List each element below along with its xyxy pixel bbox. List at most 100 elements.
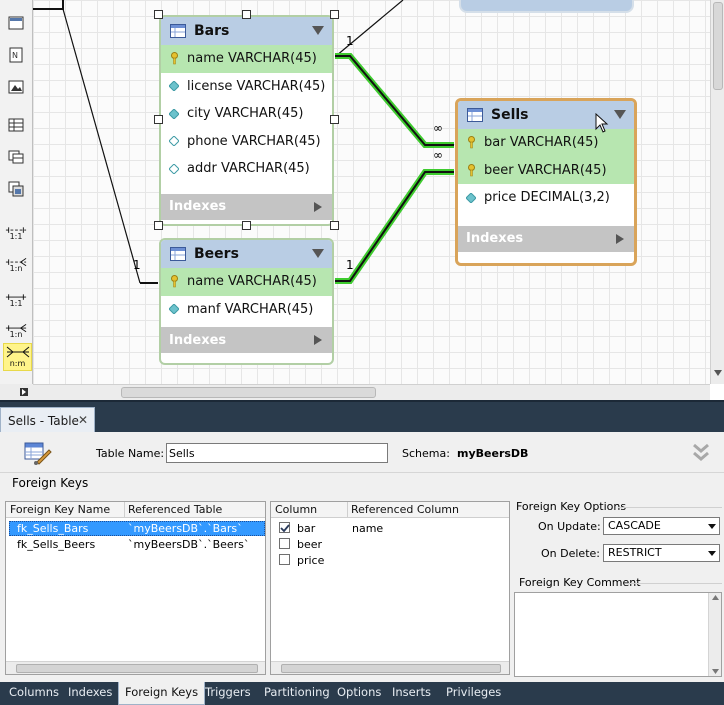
column-checkbox[interactable] (279, 522, 290, 533)
entity-bars-indexes[interactable]: Indexes (161, 193, 332, 220)
fk-row-table[interactable]: `myBeersDB`.`Bars` (128, 522, 243, 535)
resize-handle[interactable] (330, 115, 339, 124)
on-delete-select[interactable]: RESTRICT (603, 544, 720, 562)
dropdown-arrow-icon[interactable] (705, 518, 719, 534)
column-row[interactable]: manf VARCHAR(45) (161, 296, 332, 324)
tab-sells-table[interactable]: Sells - Table ✕ (0, 407, 95, 434)
card-bars-1: 1 (346, 34, 354, 48)
column-header[interactable]: Column (271, 502, 347, 518)
column-row[interactable]: phone VARCHAR(45) (161, 128, 332, 156)
fk-row-name[interactable]: fk_Sells_Beers (17, 538, 95, 551)
close-icon[interactable]: ✕ (78, 413, 88, 427)
tool-rel-n-m-icon[interactable]: n:m (3, 343, 32, 371)
entity-sells[interactable]: Sells bar VARCHAR(45) beer VARCHAR(45) p… (455, 98, 637, 266)
offscreen-entity[interactable] (459, 0, 634, 13)
column-name[interactable]: price (297, 554, 324, 567)
collapse-chevron-icon[interactable] (692, 442, 710, 462)
collapse-arrow-icon[interactable] (614, 110, 626, 119)
column-row[interactable]: bar VARCHAR(45) (458, 129, 634, 157)
tab-columns[interactable]: Columns (3, 682, 65, 705)
column-row[interactable]: beer VARCHAR(45) (458, 156, 634, 184)
table-icon (170, 247, 186, 261)
entity-sells-indexes[interactable]: Indexes (458, 225, 634, 252)
column-filled-diamond-icon (464, 191, 478, 205)
diagram-canvas[interactable]: 1 1 1 ∞ ∞ Bars name VARCHAR(45) license … (33, 0, 710, 384)
tool-view-icon[interactable] (5, 146, 27, 168)
column-label: price DECIMAL(3,2) (484, 190, 610, 206)
tool-layer-icon[interactable] (5, 12, 27, 34)
resize-handle[interactable] (330, 221, 339, 230)
entity-beers-header[interactable]: Beers (161, 240, 332, 268)
scrollbar-thumb[interactable] (121, 387, 376, 398)
on-update-select[interactable]: CASCADE (603, 517, 720, 535)
tab-privileges[interactable]: Privileges (440, 682, 507, 705)
resize-handle[interactable] (330, 10, 339, 19)
tool-rel-1-1-ident-icon[interactable]: 1:1 (5, 287, 27, 309)
canvas-vertical-scrollbar[interactable] (710, 0, 724, 384)
horizontal-scrollbar[interactable] (271, 661, 509, 674)
tab-triggers[interactable]: Triggers (199, 682, 257, 705)
column-name[interactable]: beer (297, 538, 322, 551)
fk-comment-textarea[interactable] (514, 592, 722, 677)
column-row[interactable]: name VARCHAR(45) (161, 268, 332, 296)
column-row[interactable]: addr VARCHAR(45) (161, 155, 332, 183)
column-checkbox[interactable] (279, 554, 290, 565)
referenced-column-header[interactable]: Referenced Column (347, 502, 507, 518)
scrollbar-thumb[interactable] (281, 664, 501, 673)
tab-options[interactable]: Options (331, 682, 387, 705)
column-name[interactable]: bar (297, 522, 315, 535)
resize-handle[interactable] (154, 10, 163, 19)
table-name-input[interactable] (166, 443, 388, 463)
mouse-cursor-icon (595, 113, 609, 133)
column-row[interactable]: name VARCHAR(45) (161, 45, 332, 73)
scrollbar-thumb[interactable] (16, 664, 258, 673)
indexes-label: Indexes (466, 231, 524, 246)
scroll-down-icon[interactable] (714, 370, 722, 376)
column-checkbox[interactable] (279, 538, 290, 549)
horizontal-scrollbar[interactable] (6, 661, 265, 674)
tab-indexes[interactable]: Indexes (62, 682, 118, 705)
on-update-value: CASCADE (608, 519, 661, 532)
entity-beers-indexes[interactable]: Indexes (161, 327, 332, 353)
resize-handle[interactable] (242, 10, 251, 19)
tool-rel-1-1-icon[interactable]: 1:1 (5, 220, 27, 242)
tool-table-icon[interactable] (5, 114, 27, 136)
resize-handle[interactable] (154, 115, 163, 124)
tool-routine-group-icon[interactable] (5, 178, 27, 200)
entity-bars-header[interactable]: Bars (161, 17, 332, 45)
collapse-arrow-icon[interactable] (312, 26, 324, 35)
entity-beers[interactable]: Beers name VARCHAR(45) manf VARCHAR(45) … (159, 238, 334, 365)
entity-bars[interactable]: Bars name VARCHAR(45) license VARCHAR(45… (159, 15, 334, 226)
resize-handle[interactable] (242, 221, 251, 230)
ref-table-header[interactable]: Referenced Table (124, 502, 264, 518)
vertical-scrollbar[interactable] (708, 593, 721, 676)
fk-columns-panel[interactable]: Column Referenced Column bar name beer p… (270, 501, 510, 675)
column-row[interactable]: price DECIMAL(3,2) (458, 184, 634, 212)
expand-arrow-icon[interactable] (314, 201, 322, 212)
column-row[interactable]: license VARCHAR(45) (161, 73, 332, 101)
tab-inserts[interactable]: Inserts (386, 682, 437, 705)
fk-row-name[interactable]: fk_Sells_Bars (17, 522, 88, 535)
scroll-down-icon[interactable] (712, 669, 719, 674)
expand-arrow-icon[interactable] (616, 233, 624, 244)
canvas-horizontal-scrollbar[interactable] (33, 384, 710, 400)
tab-partitioning[interactable]: Partitioning (258, 682, 336, 705)
tool-rel-1-n-icon[interactable]: 1:n (5, 252, 27, 274)
rel-1-1-ident-caption: 1:1 (9, 299, 23, 308)
column-row[interactable]: city VARCHAR(45) (161, 100, 332, 128)
collapse-arrow-icon[interactable] (312, 249, 324, 258)
expand-arrow-icon[interactable] (314, 335, 322, 345)
resize-handle[interactable] (154, 221, 163, 230)
scrollbar-thumb[interactable] (713, 2, 723, 90)
referenced-column[interactable]: name (352, 522, 383, 535)
dropdown-arrow-icon[interactable] (705, 545, 719, 561)
tool-image-icon[interactable] (5, 76, 27, 98)
scroll-up-icon[interactable] (712, 595, 719, 600)
tool-note-icon[interactable]: N (5, 44, 27, 66)
scroll-right-icon[interactable] (20, 388, 28, 396)
tab-foreign-keys[interactable]: Foreign Keys (118, 682, 206, 705)
fk-list-panel[interactable]: Foreign Key Name Referenced Table fk_Sel… (5, 501, 266, 675)
tool-rel-1-n-ident-icon[interactable]: 1:n (5, 318, 27, 340)
fk-row-table[interactable]: `myBeersDB`.`Beers` (128, 538, 249, 551)
fk-name-header[interactable]: Foreign Key Name (6, 502, 124, 518)
